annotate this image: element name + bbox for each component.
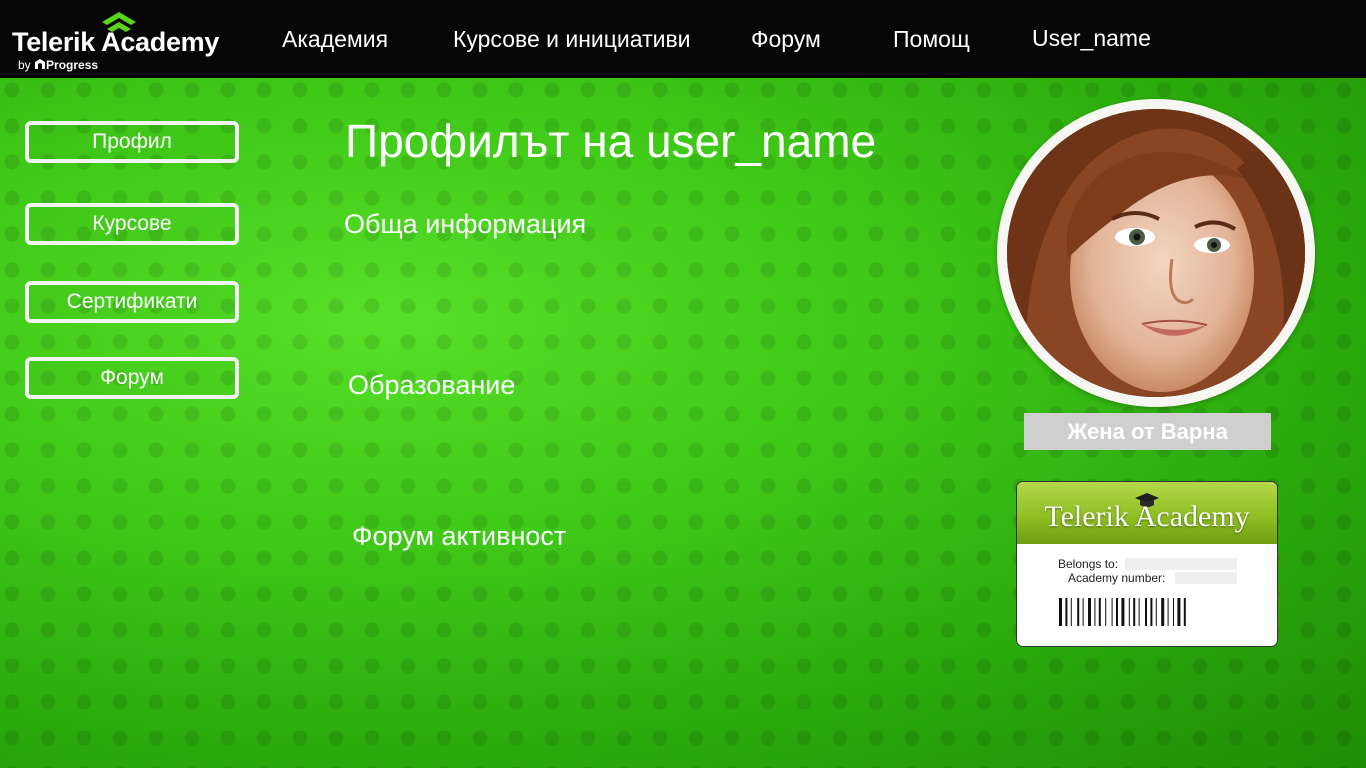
profile-avatar[interactable] — [997, 99, 1315, 407]
profile-photo — [1007, 109, 1305, 397]
progress-logo-icon — [35, 59, 46, 69]
nav-courses-initiatives[interactable]: Курсове и инициативи — [453, 26, 691, 53]
sidebar-item-certificates[interactable]: Сертификати — [25, 281, 239, 323]
section-education[interactable]: Образование — [348, 370, 515, 401]
card-title: Telerik Academy — [1044, 500, 1250, 533]
nav-user-name[interactable]: User_name — [1032, 25, 1151, 52]
sidebar-item-forum[interactable]: Форум — [25, 357, 239, 399]
academy-id-card: Telerik Academy Belongs to: Academy numb… — [1016, 481, 1278, 647]
telerik-academy-logo[interactable]: Telerik Academy by Progress — [12, 12, 232, 72]
logo-by: by — [18, 58, 31, 72]
profile-caption: Жена от Варна — [1024, 413, 1271, 450]
page-title: Профилът на user_name — [345, 115, 877, 167]
nav-academy[interactable]: Академия — [282, 26, 388, 53]
logo-title: Telerik Academy — [12, 27, 220, 57]
section-general-info[interactable]: Обща информация — [344, 209, 586, 240]
top-navigation-bar: Telerik Academy by Progress Академия Кур… — [0, 0, 1366, 78]
portrait-illustration — [1007, 109, 1305, 397]
card-academy-number-label: Academy number: — [1068, 571, 1166, 585]
card-header: Telerik Academy — [1017, 482, 1277, 544]
section-forum-activity[interactable]: Форум активност — [352, 521, 566, 552]
barcode-icon — [1059, 598, 1186, 626]
card-academy-number-value — [1175, 572, 1237, 584]
card-belongs-to-value — [1125, 558, 1237, 570]
sidebar-item-courses[interactable]: Курсове — [25, 203, 239, 245]
nav-help[interactable]: Помощ — [893, 26, 970, 53]
logo-subtitle: by Progress — [18, 58, 98, 72]
logo-progress: Progress — [46, 58, 99, 72]
card-belongs-to-label: Belongs to: — [1058, 557, 1119, 571]
sidebar-item-profile[interactable]: Профил — [25, 121, 239, 163]
nav-forum[interactable]: Форум — [751, 26, 821, 53]
